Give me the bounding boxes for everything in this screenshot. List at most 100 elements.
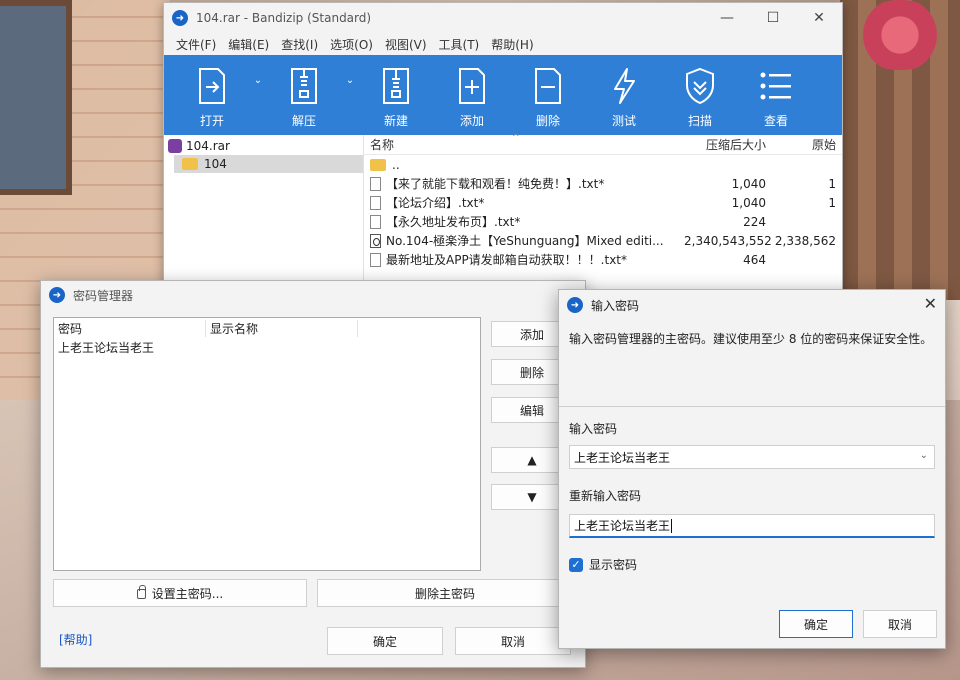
ok-button[interactable]: 确定 — [327, 627, 443, 655]
wallpaper-window — [0, 0, 72, 195]
column-header-display-name[interactable]: 显示名称 — [206, 319, 358, 337]
delete-label: 删除 — [535, 114, 560, 128]
menu-view[interactable]: 视图(V) — [379, 36, 433, 53]
toolbar: 打开 ⌄ 解压 ⌄ 新建 添加 删除 测试 扫描 查看 — [164, 55, 842, 135]
open-label: 打开 — [199, 114, 224, 128]
help-link[interactable]: [帮助] — [59, 631, 92, 648]
checkmark-icon: ✓ — [569, 557, 583, 572]
delete-button[interactable]: 删除 — [510, 55, 586, 135]
minimize-button[interactable]: — — [704, 3, 750, 33]
menu-help[interactable]: 帮助(H) — [485, 36, 539, 53]
dialog-description: 输入密码管理器的主密码。建议使用至少 8 位的密码来保证安全性。 — [569, 332, 933, 346]
file-row[interactable]: 【永久地址发布页】.txt* 224 — [364, 212, 842, 231]
password-field[interactable]: 上老王论坛当老王 ⌄ — [569, 445, 935, 469]
file-name: 最新地址及APP请发邮箱自动获取！！！.txt* — [386, 253, 628, 267]
tree-folder-label: 104 — [204, 157, 227, 171]
password-list[interactable]: 密码 显示名称 上老王论坛当老王 — [53, 317, 481, 571]
delete-master-password-button[interactable]: 删除主密码 — [317, 579, 573, 607]
dialog-title-bar[interactable]: ➜ 输入密码 — [559, 290, 945, 320]
new-button[interactable]: 新建 — [358, 55, 434, 135]
dialog-title-bar[interactable]: ➜ 密码管理器 — [41, 281, 585, 309]
open-dropdown-chevron-icon[interactable]: ⌄ — [250, 55, 266, 135]
password-value: 上老王论坛当老王 — [58, 340, 155, 355]
file-name: No.104-極楽浄土【YeShunguang】Mixed editi... — [386, 234, 664, 248]
text-cursor — [671, 518, 673, 533]
delete-file-icon — [530, 66, 566, 106]
tree-item-folder[interactable]: 104 — [174, 155, 363, 173]
file-row[interactable]: No.104-極楽浄土【YeShunguang】Mixed editi... 2… — [364, 231, 842, 250]
column-header-name[interactable]: 名称 — [364, 136, 684, 153]
menu-options[interactable]: 选项(O) — [324, 36, 379, 53]
file-original-size: 1 — [828, 176, 836, 191]
file-list-header: 名称 压缩后大小 原始 — [364, 135, 842, 155]
text-file-icon — [370, 252, 381, 267]
menu-find[interactable]: 查找(I) — [275, 36, 324, 53]
test-button[interactable]: 测试 — [586, 55, 662, 135]
file-original-size: 2,338,562 — [774, 233, 836, 248]
column-header-compressed[interactable]: 压缩后大小 — [684, 136, 766, 153]
column-header-original[interactable]: 原始 — [766, 136, 836, 153]
menu-tools[interactable]: 工具(T) — [433, 36, 486, 53]
password-field-value: 上老王论坛当老王 — [574, 450, 671, 465]
folder-icon — [182, 158, 198, 170]
cancel-button[interactable]: 取消 — [455, 627, 571, 655]
text-file-icon — [370, 195, 381, 210]
rar-archive-icon — [168, 139, 182, 153]
file-row[interactable]: 【来了就能下载和观看！纯免费！】.txt* 1,040 1 — [364, 174, 842, 193]
show-password-checkbox[interactable]: ✓ 显示密码 — [569, 556, 637, 573]
repeat-password-field[interactable]: 上老王论坛当老王 — [569, 514, 935, 538]
folder-icon — [370, 158, 386, 171]
file-row[interactable]: 最新地址及APP请发邮箱自动获取！！！.txt* 464 — [364, 250, 842, 269]
chevron-down-icon[interactable]: ⌄ — [920, 450, 928, 461]
repeat-password-field-label: 重新输入密码 — [569, 489, 642, 503]
text-file-icon — [370, 176, 381, 191]
list-view-icon — [758, 66, 794, 106]
divider — [559, 406, 945, 407]
title-bar[interactable]: ➜ 104.rar - Bandizip (Standard) — ☐ ✕ — [164, 3, 842, 33]
file-compressed-size: 1,040 — [731, 195, 766, 210]
password-manager-dialog: ➜ 密码管理器 密码 显示名称 上老王论坛当老王 添加 删除 编辑 ▲ ▼ 设置… — [40, 280, 586, 668]
add-file-icon — [454, 66, 490, 106]
file-name: 【来了就能下载和观看！纯免费！】.txt* — [386, 177, 605, 191]
file-row[interactable]: 【论坛介绍】.txt* 1,040 1 — [364, 193, 842, 212]
scan-button[interactable]: 扫描 — [662, 55, 738, 135]
cancel-button[interactable]: 取消 — [863, 610, 937, 638]
menu-bar: 文件(F) 编辑(E) 查找(I) 选项(O) 视图(V) 工具(T) 帮助(H… — [164, 33, 842, 55]
bandizip-window: ➜ 104.rar - Bandizip (Standard) — ☐ ✕ 文件… — [163, 2, 843, 302]
repeat-password-field-value: 上老王论坛当老王 — [574, 519, 671, 533]
tree-item-archive[interactable]: 104.rar — [164, 137, 363, 155]
file-compressed-size: 2,340,543,552 — [684, 233, 772, 248]
ok-button[interactable]: 确定 — [779, 610, 853, 638]
bandizip-logo-icon: ➜ — [567, 297, 583, 313]
tree-archive-label: 104.rar — [186, 139, 230, 153]
add-button[interactable]: 添加 — [434, 55, 510, 135]
file-name: 【永久地址发布页】.txt* — [386, 215, 521, 229]
menu-file[interactable]: 文件(F) — [170, 36, 222, 53]
open-icon — [194, 66, 230, 106]
menu-edit[interactable]: 编辑(E) — [222, 36, 275, 53]
view-button[interactable]: 查看 — [738, 55, 814, 135]
text-file-icon — [370, 214, 381, 229]
close-button[interactable]: ✕ — [796, 3, 842, 33]
file-compressed-size: 464 — [743, 252, 766, 267]
show-password-label: 显示密码 — [589, 558, 638, 572]
set-master-password-button[interactable]: 设置主密码... — [53, 579, 307, 607]
extract-button[interactable]: 解压 — [266, 55, 342, 135]
maximize-button[interactable]: ☐ — [750, 3, 796, 33]
new-archive-icon — [378, 66, 414, 106]
close-icon[interactable]: ✕ — [924, 294, 937, 313]
file-row[interactable]: .. — [364, 155, 842, 174]
file-compressed-size: 224 — [743, 214, 766, 229]
password-list-header: 密码 显示名称 — [54, 318, 480, 338]
new-label: 新建 — [383, 114, 408, 128]
extract-label: 解压 — [291, 114, 316, 128]
password-row[interactable]: 上老王论坛当老王 — [54, 338, 480, 356]
view-label: 查看 — [763, 114, 788, 128]
extract-dropdown-chevron-icon[interactable]: ⌄ — [342, 55, 358, 135]
file-compressed-size: 1,040 — [731, 176, 766, 191]
shield-icon — [682, 66, 718, 106]
open-button[interactable]: 打开 — [174, 55, 250, 135]
wallpaper-flower — [850, 0, 950, 70]
column-header-password[interactable]: 密码 — [54, 319, 206, 337]
dialog-title: 输入密码 — [591, 298, 640, 313]
